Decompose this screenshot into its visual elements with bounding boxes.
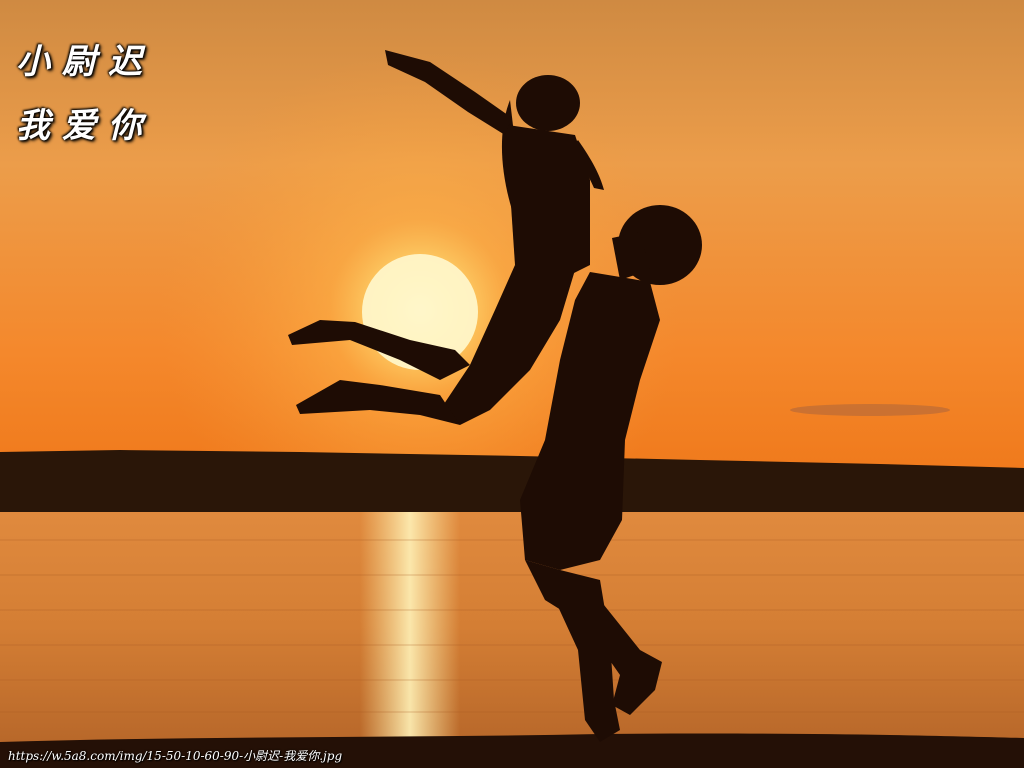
sun-reflection: [360, 512, 460, 742]
watermark-url: https://w.5a8.com/img/15-50-10-60-90-小尉迟…: [8, 749, 343, 763]
water: [0, 512, 1024, 742]
photo: 小尉迟 我爱你 https://w.5a8.com/img/15-50-10-6…: [0, 0, 1024, 768]
caption-line-2: 我爱你: [16, 106, 154, 146]
cloud: [790, 404, 950, 416]
caption-line-1: 小尉迟: [16, 42, 154, 82]
